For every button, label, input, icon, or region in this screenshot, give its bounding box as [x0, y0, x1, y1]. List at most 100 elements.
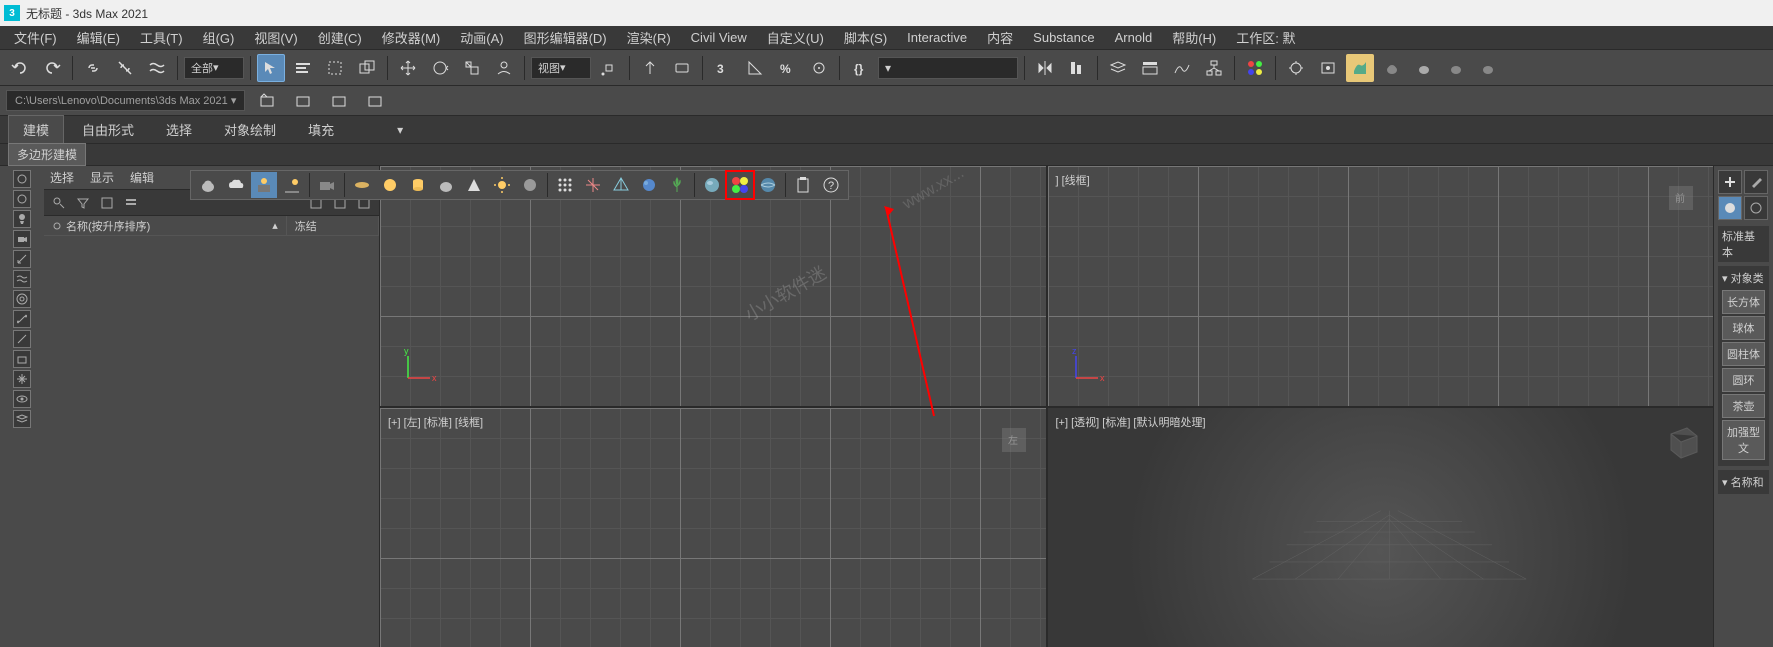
ft-foliage-icon[interactable]: [664, 172, 690, 198]
geometry-cat-icon[interactable]: [1718, 196, 1742, 220]
render-teapot2-button[interactable]: [1410, 54, 1438, 82]
project-path[interactable]: C:\Users\Lenovo\Documents\3ds Max 2021 ▾: [6, 90, 245, 111]
ft-camera-icon[interactable]: [314, 172, 340, 198]
side-bone-icon[interactable]: [13, 310, 31, 328]
named-selection-dropdown[interactable]: ▾: [878, 57, 1018, 79]
material-editor-button[interactable]: [1241, 54, 1269, 82]
menu-animation[interactable]: 动画(A): [450, 26, 513, 49]
rotate-button[interactable]: [426, 54, 454, 82]
menu-edit[interactable]: 编辑(E): [67, 26, 130, 49]
menu-substance[interactable]: Substance: [1023, 28, 1104, 47]
ft-cloud-icon[interactable]: [223, 172, 249, 198]
se-tab-display[interactable]: 显示: [90, 169, 114, 186]
undo-button[interactable]: [6, 54, 34, 82]
side-lights-icon[interactable]: [13, 210, 31, 228]
create-tab-icon[interactable]: [1718, 170, 1742, 194]
reference-coord-dropdown[interactable]: 视图 ▾: [531, 57, 591, 79]
toggle-ribbon-button[interactable]: [1136, 54, 1164, 82]
menu-create[interactable]: 创建(C): [308, 26, 372, 49]
menu-tools[interactable]: 工具(T): [130, 26, 193, 49]
ft-sphere-map-icon[interactable]: [755, 172, 781, 198]
ft-material-balls-icon[interactable]: [727, 172, 753, 198]
manipulate-button[interactable]: [636, 54, 664, 82]
ft-daylight-icon[interactable]: [251, 172, 277, 198]
use-pivot-button[interactable]: [595, 54, 623, 82]
ft-axis-icon[interactable]: [580, 172, 606, 198]
shapes-cat-icon[interactable]: [1744, 196, 1768, 220]
se-filter-icon[interactable]: [72, 192, 94, 214]
btn-teapot[interactable]: 茶壶: [1722, 394, 1765, 418]
side-geometry-icon[interactable]: [13, 170, 31, 188]
menu-workspace[interactable]: 工作区: 默: [1226, 26, 1305, 49]
curve-editor-button[interactable]: [1168, 54, 1196, 82]
side-container-icon[interactable]: [13, 350, 31, 368]
se-tab-select[interactable]: 选择: [50, 169, 74, 186]
ribbon-tab-object-paint[interactable]: 对象绘制: [210, 116, 290, 143]
menu-customize[interactable]: 自定义(U): [757, 26, 834, 49]
se-search-icon[interactable]: [48, 192, 70, 214]
viewport-perspective[interactable]: [+] [透视] [标准] [默认明暗处理]: [1048, 408, 1714, 647]
modify-tab-icon[interactable]: [1744, 170, 1768, 194]
rollout-object-type[interactable]: ▾ 对象类: [1722, 270, 1765, 286]
path-btn4[interactable]: [361, 87, 389, 115]
viewport-left-label[interactable]: [+] [左] [标准] [线框]: [388, 414, 483, 430]
btn-textplus[interactable]: 加强型文: [1722, 420, 1765, 460]
viewcube-perspective-icon[interactable]: [1657, 416, 1705, 464]
render-teapot4-button[interactable]: [1474, 54, 1502, 82]
side-systems-icon[interactable]: [13, 290, 31, 308]
path-btn1[interactable]: [253, 87, 281, 115]
se-view-icon[interactable]: [120, 192, 142, 214]
select-by-name-button[interactable]: [289, 54, 317, 82]
percent-snap-button[interactable]: %: [773, 54, 801, 82]
render-teapot3-button[interactable]: [1442, 54, 1470, 82]
menu-modifiers[interactable]: 修改器(M): [372, 26, 451, 49]
window-crossing-button[interactable]: [353, 54, 381, 82]
viewcube-left-icon[interactable]: 左: [990, 416, 1038, 464]
ft-sunlight-icon[interactable]: [279, 172, 305, 198]
ft-help-icon[interactable]: ?: [818, 172, 844, 198]
ft-paste-icon[interactable]: [790, 172, 816, 198]
btn-box[interactable]: 长方体: [1722, 290, 1765, 314]
menu-graph-editors[interactable]: 图形编辑器(D): [514, 26, 617, 49]
menu-scripting[interactable]: 脚本(S): [834, 26, 897, 49]
link-button[interactable]: [79, 54, 107, 82]
side-tape-icon[interactable]: [13, 330, 31, 348]
ribbon-tab-modeling[interactable]: 建模: [8, 115, 64, 144]
side-helpers-icon[interactable]: [13, 250, 31, 268]
named-selection-button[interactable]: {}: [846, 54, 874, 82]
btn-torus[interactable]: 圆环: [1722, 368, 1765, 392]
btn-sphere[interactable]: 球体: [1722, 316, 1765, 340]
ft-cone-icon[interactable]: [461, 172, 487, 198]
path-btn2[interactable]: [289, 87, 317, 115]
viewport-top[interactable]: [+] [顶] [标准] [线框] yx: [380, 166, 1046, 406]
move-button[interactable]: [394, 54, 422, 82]
scale-button[interactable]: [458, 54, 486, 82]
bind-spacewarp-button[interactable]: [143, 54, 171, 82]
ft-sphere2-icon[interactable]: [517, 172, 543, 198]
side-layers-icon[interactable]: [13, 410, 31, 428]
side-display-icon[interactable]: [13, 390, 31, 408]
viewport-perspective-label[interactable]: [+] [透视] [标准] [默认明暗处理]: [1056, 414, 1206, 430]
viewport-front-label[interactable]: ] [线框]: [1056, 172, 1090, 188]
se-tab-edit[interactable]: 编辑: [130, 169, 154, 186]
se-col-freeze[interactable]: 冻结: [287, 216, 379, 235]
menu-views[interactable]: 视图(V): [244, 26, 307, 49]
menu-interactive[interactable]: Interactive: [897, 28, 977, 47]
menu-file[interactable]: 文件(F): [4, 26, 67, 49]
btn-cylinder[interactable]: 圆柱体: [1722, 342, 1765, 366]
ft-blob-icon[interactable]: [636, 172, 662, 198]
menu-arnold[interactable]: Arnold: [1105, 28, 1163, 47]
ft-teapot-icon[interactable]: [195, 172, 221, 198]
schematic-view-button[interactable]: [1200, 54, 1228, 82]
placement-button[interactable]: [490, 54, 518, 82]
ft-teapot2-icon[interactable]: [433, 172, 459, 198]
side-freeze-icon[interactable]: [13, 370, 31, 388]
ft-sphere-icon[interactable]: [377, 172, 403, 198]
render-setup-button[interactable]: [1282, 54, 1310, 82]
spinner-snap-button[interactable]: [805, 54, 833, 82]
se-col-name[interactable]: 名称(按升序排序) ▴: [44, 216, 287, 235]
menu-help[interactable]: 帮助(H): [1162, 26, 1226, 49]
menu-content[interactable]: 内容: [977, 26, 1023, 49]
render-production-button[interactable]: [1346, 54, 1374, 82]
menu-rendering[interactable]: 渲染(R): [617, 26, 681, 49]
